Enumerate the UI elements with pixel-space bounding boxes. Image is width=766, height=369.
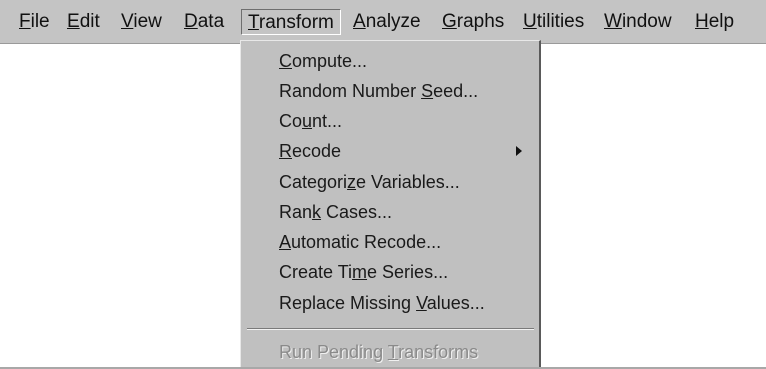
menu-edit[interactable]: Edit [61, 9, 106, 35]
menu-item-mnemonic: V [416, 293, 427, 313]
menu-edit-label: dit [79, 11, 100, 32]
menu-edit-mnemonic: E [67, 11, 80, 32]
menu-view-mnemonic: V [121, 11, 134, 32]
menu-item-text: Co [279, 111, 303, 131]
menu-item-text: ompute... [292, 51, 368, 71]
menu-transform[interactable]: Transform [241, 9, 341, 35]
menu-transform-label: ransform [258, 12, 334, 33]
menu-data-mnemonic: D [184, 11, 198, 32]
menu-item-text: Categori [279, 172, 348, 192]
menu-bar: File Edit View Data Transform Analyze Gr… [0, 0, 766, 44]
menu-view-label: iew [133, 11, 162, 32]
menu-utilities-label: tilities [536, 11, 585, 32]
menu-item-compute[interactable]: Compute... [279, 47, 367, 75]
menu-view[interactable]: View [115, 9, 168, 35]
menu-item-mnemonic: m [352, 262, 368, 282]
menu-item-text: nt... [312, 111, 343, 131]
menu-item-text: Run Pending [279, 342, 388, 362]
menu-help-label: elp [708, 11, 735, 32]
menu-item-text: utomatic Recode... [291, 232, 442, 252]
transform-dropdown-menu: Compute... Random Number Seed... Count..… [240, 40, 541, 369]
menu-separator [247, 328, 534, 330]
menu-item-text: ransforms [398, 342, 479, 362]
menu-item-replace-missing-values[interactable]: Replace Missing Values... [279, 289, 485, 317]
menu-utilities[interactable]: Utilities [517, 9, 590, 35]
menu-analyze[interactable]: Analyze [347, 9, 427, 35]
submenu-arrow-icon [516, 146, 522, 156]
menu-item-rank-cases[interactable]: Rank Cases... [279, 198, 392, 226]
menu-item-mnemonic: A [279, 232, 292, 252]
menu-file[interactable]: File [13, 9, 56, 35]
menu-item-recode[interactable]: Recode [279, 137, 341, 165]
menu-graphs-mnemonic: G [442, 11, 457, 32]
menu-item-text: eed... [433, 81, 479, 101]
menu-item-categorize-variables[interactable]: Categorize Variables... [279, 168, 460, 196]
menu-help-mnemonic: H [695, 11, 709, 32]
menu-item-text: ecode [292, 141, 342, 161]
menu-item-text: Random Number [279, 81, 422, 101]
menu-item-text: alues... [426, 293, 485, 313]
menu-item-mnemonic: u [302, 111, 313, 131]
menu-window[interactable]: Window [598, 9, 678, 35]
menu-file-mnemonic: F [19, 11, 31, 32]
menu-item-automatic-recode[interactable]: Automatic Recode... [279, 228, 441, 256]
menu-item-mnemonic: T [387, 342, 399, 362]
menu-graphs-label: raphs [456, 11, 505, 32]
app-window: File Edit View Data Transform Analyze Gr… [0, 0, 766, 369]
menu-item-text: e Variables... [356, 172, 460, 192]
menu-transform-mnemonic: T [248, 12, 259, 33]
menu-analyze-label: nalyze [365, 11, 421, 32]
menu-item-mnemonic: S [421, 81, 434, 101]
menu-item-run-pending-transforms: Run Pending Transforms [279, 338, 478, 366]
menu-window-label: indow [621, 11, 672, 32]
menu-item-random-number-seed[interactable]: Random Number Seed... [279, 77, 478, 105]
menu-data-label: ata [197, 11, 225, 32]
menu-item-text: e Series... [367, 262, 449, 282]
menu-item-create-time-series[interactable]: Create Time Series... [279, 258, 448, 286]
menu-file-label: ile [30, 11, 50, 32]
menu-item-mnemonic: z [347, 172, 357, 192]
menu-item-text: Replace Missing [279, 293, 417, 313]
menu-item-text: Cases... [321, 202, 393, 222]
menu-item-text: Ran [279, 202, 313, 222]
menu-utilities-mnemonic: U [523, 11, 537, 32]
menu-graphs[interactable]: Graphs [436, 9, 510, 35]
menu-window-mnemonic: W [604, 11, 622, 32]
menu-item-mnemonic: R [279, 141, 292, 161]
menu-item-count[interactable]: Count... [279, 107, 342, 135]
menu-analyze-mnemonic: A [353, 11, 366, 32]
menu-data[interactable]: Data [178, 9, 230, 35]
menu-item-text: Create Ti [279, 262, 353, 282]
menu-item-mnemonic: k [312, 202, 322, 222]
menu-help[interactable]: Help [689, 9, 740, 35]
menu-item-mnemonic: C [279, 51, 292, 71]
